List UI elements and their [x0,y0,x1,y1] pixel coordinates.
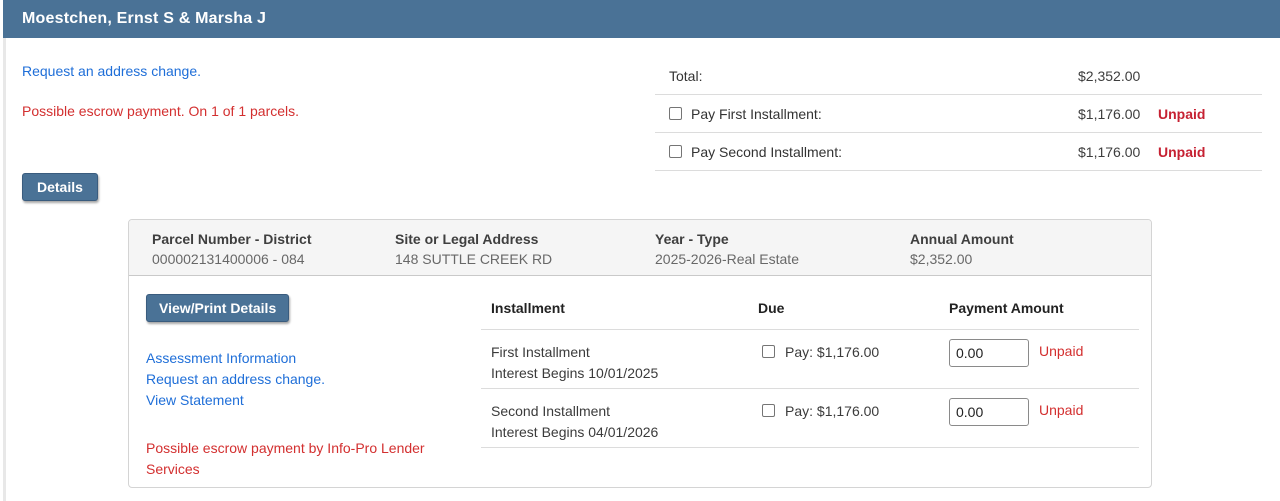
first-installment-status-badge: Unpaid [1158,105,1206,122]
pay-second-installment-checkbox[interactable] [669,145,682,158]
request-address-change-link[interactable]: Request an address change. [146,369,476,390]
due-cell: Pay: $1,176.00 [748,401,939,443]
year-type-value: 2025-2026-Real Estate [655,251,799,267]
first-installment-payment-input[interactable] [949,339,1029,367]
parcel-details-panel: Parcel Number - District 000002131400006… [128,219,1152,488]
second-installment-status-badge: Unpaid [1158,143,1206,160]
installment-name: Second Installment [491,403,611,419]
parcel-links: Assessment Information Request an addres… [146,348,476,411]
lender-escrow-alert: Possible escrow payment by Info-Pro Lend… [146,440,425,477]
due-amount-text: Pay: $1,176.00 [785,344,880,360]
view-print-details-button[interactable]: View/Print Details [146,294,290,322]
due-amount-text: Pay: $1,176.00 [785,403,880,419]
second-installment-amount: $1,176.00 [1078,143,1141,160]
installment-table-header: Installment Due Payment Amount [481,276,1139,330]
year-type-column: Year - Type 2025-2026-Real Estate [655,229,910,275]
installment-column-header: Installment [491,300,565,316]
total-label: Total: [669,67,703,84]
pay-first-installment-checkbox[interactable] [669,107,682,120]
annual-amount-label: Annual Amount [910,231,1014,247]
page-title: Moestchen, Ernst S & Marsha J [22,10,267,27]
details-button[interactable]: Details [22,173,98,201]
second-installment-payment-input[interactable] [949,398,1029,426]
second-installment-row: Second Installment Interest Begins 04/01… [481,389,1139,448]
parcel-actions: View/Print Details Assessment Informatio… [146,294,476,480]
summary-row-total: Total: $2,352.00 [655,57,1262,95]
payment-summary: Total: $2,352.00 Pay First Installment: … [655,57,1262,171]
total-amount: $2,352.00 [1078,67,1141,84]
page: Moestchen, Ernst S & Marsha J Request an… [0,0,1280,501]
taxpayer-title-bar: Moestchen, Ernst S & Marsha J [3,0,1280,38]
due-cell: Pay: $1,176.00 [748,342,939,384]
assessment-information-link[interactable]: Assessment Information [146,348,476,369]
parcel-header: Parcel Number - District 000002131400006… [129,220,1151,276]
annual-amount-column: Annual Amount $2,352.00 [910,229,1151,275]
first-installment-row-status: Unpaid [1039,343,1084,359]
payment-amount-column-header: Payment Amount [949,300,1064,316]
due-column-header: Due [758,300,785,316]
first-installment-amount: $1,176.00 [1078,105,1141,122]
pay-second-installment-label: Pay Second Installment: [691,143,842,160]
site-address-value: 148 SUTTLE CREEK RD [395,251,553,267]
site-address-label: Site or Legal Address [395,231,539,247]
parcel-number-value: 000002131400006 - 084 [152,251,305,267]
installment-table: Installment Due Payment Amount First Ins… [481,276,1139,448]
pay-first-installment-row-checkbox[interactable] [762,345,775,358]
summary-row-second-installment: Pay Second Installment: $1,176.00 Unpaid [655,133,1262,171]
second-installment-row-status: Unpaid [1039,402,1084,418]
payment-amount-cell: Unpaid [939,339,1139,384]
pay-second-installment-row-checkbox[interactable] [762,404,775,417]
payment-amount-cell: Unpaid [939,398,1139,443]
site-address-column: Site or Legal Address 148 SUTTLE CREEK R… [395,229,655,275]
summary-row-first-installment: Pay First Installment: $1,176.00 Unpaid [655,95,1262,133]
installment-name-cell: Second Installment Interest Begins 04/01… [481,401,748,443]
address-change-link[interactable]: Request an address change. [22,61,201,81]
view-statement-link[interactable]: View Statement [146,390,476,411]
first-installment-row: First Installment Interest Begins 10/01/… [481,330,1139,389]
annual-amount-value: $2,352.00 [910,251,973,267]
parcel-body: View/Print Details Assessment Informatio… [129,276,1151,487]
parcel-number-label: Parcel Number - District [152,231,312,247]
installment-name-cell: First Installment Interest Begins 10/01/… [481,342,748,384]
page-left-edge [3,38,6,501]
installment-name: First Installment [491,344,590,360]
interest-begins-text: Interest Begins 10/01/2025 [491,365,659,381]
parcel-number-column: Parcel Number - District 000002131400006… [152,229,395,275]
interest-begins-text: Interest Begins 04/01/2026 [491,424,659,440]
pay-first-installment-label: Pay First Installment: [691,105,822,122]
year-type-label: Year - Type [655,231,729,247]
escrow-alert: Possible escrow payment. On 1 of 1 parce… [22,103,300,119]
